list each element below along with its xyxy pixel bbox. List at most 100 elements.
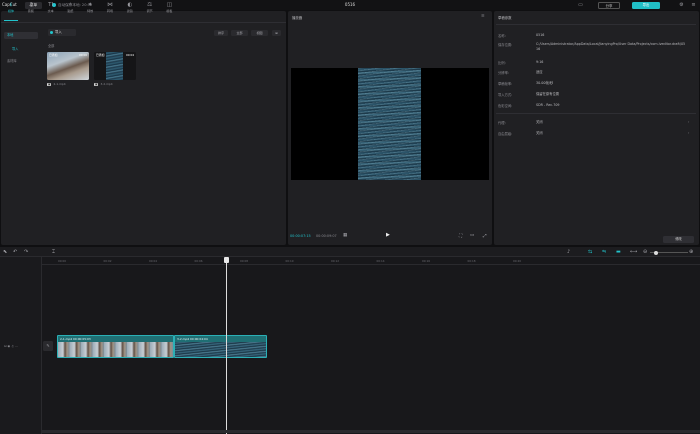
audio-icon: ♫ xyxy=(28,2,34,8)
video-frame xyxy=(358,68,421,180)
clip-label: 3-2.mp4 00:00:04:04 xyxy=(177,337,208,341)
detail-label: 导入方式: xyxy=(498,93,513,97)
added-badge: ▣ xyxy=(94,83,99,86)
added-badge: ▣ xyxy=(47,83,52,86)
chevron-right-icon[interactable]: › xyxy=(688,131,689,135)
chevron-right-icon[interactable]: › xyxy=(688,120,689,124)
tab-label: 媒体 xyxy=(7,9,14,13)
settings-icon[interactable]: ⚙ xyxy=(678,2,685,8)
preview-axis-icon[interactable]: ▬ xyxy=(616,249,621,255)
redo-icon[interactable]: ↷ xyxy=(24,249,28,255)
playhead-handle[interactable] xyxy=(224,257,229,263)
tab-template[interactable]: ◫ 模板 xyxy=(160,2,178,16)
fullscreen-icon[interactable]: ⤢ xyxy=(483,233,487,239)
tab-filter[interactable]: ◐ 滤镜 xyxy=(121,2,139,16)
more-icon[interactable]: ≡ xyxy=(690,2,697,8)
link-icon[interactable]: ⇋ xyxy=(602,249,606,255)
current-time: 00:00:07:15 xyxy=(290,234,311,238)
layout-icon[interactable]: ▭ xyxy=(577,2,584,8)
modify-button[interactable]: 修改 xyxy=(663,236,694,243)
clip-label: 2-1.mp4 00:00:05:03 xyxy=(60,337,91,341)
sort-button[interactable]: 排序 xyxy=(214,30,228,36)
detail-value: 保留在原有位置 xyxy=(536,91,560,96)
undo-icon[interactable]: ↶ xyxy=(13,249,17,255)
tools-divider xyxy=(1,22,286,23)
import-button[interactable]: 导入 xyxy=(48,29,76,36)
player-menu-icon[interactable]: ≡ xyxy=(481,14,485,19)
tab-sticker[interactable]: ✧ 贴纸 xyxy=(61,2,79,16)
tab-effects[interactable]: ✦ 特效 xyxy=(81,2,99,16)
media-thumbnail[interactable]: 已添加 00:04 xyxy=(94,52,136,80)
playhead[interactable] xyxy=(226,257,227,434)
ruler-tick: 00:00 xyxy=(58,259,67,263)
tab-text[interactable]: TI 文本 xyxy=(42,2,60,16)
detail-value: 9:16 xyxy=(536,59,544,64)
detail-label: 比例: xyxy=(498,61,506,65)
timeline-scrollbar[interactable] xyxy=(42,430,700,433)
media-panel xyxy=(1,11,286,245)
ruler-tick: 00:08 xyxy=(240,259,249,263)
filter-button[interactable]: 全部 xyxy=(231,30,248,36)
clip-frames xyxy=(58,342,173,357)
select-tool-icon[interactable]: ⬉ xyxy=(3,249,7,255)
detail-value: 关闭 xyxy=(536,131,543,135)
zoom-slider-handle[interactable] xyxy=(654,250,658,255)
tab-transition[interactable]: ⋈ 转场 xyxy=(101,2,119,16)
view-button[interactable]: 视图 xyxy=(251,30,268,36)
ruler-tick: 00:02 xyxy=(103,259,112,263)
details-divider xyxy=(496,113,696,114)
total-time: 00:00:09:07 xyxy=(316,234,337,238)
play-button[interactable]: ▶ xyxy=(386,232,390,238)
zoom-in-icon[interactable]: ⊕ xyxy=(689,249,693,255)
tab-label: 音频 xyxy=(27,9,34,13)
adjust-icon: ⚖ xyxy=(147,2,153,8)
sea-preview xyxy=(106,52,123,80)
mute-icon[interactable]: ♫ xyxy=(11,344,14,348)
sidebar-item-library[interactable]: 素材库 xyxy=(4,58,38,65)
ruler-tick: 00:18 xyxy=(467,259,476,263)
media-caption: ▣ 3-2.mp4 xyxy=(94,82,113,86)
ruler-tick: 00:06 xyxy=(194,259,203,263)
tab-label: 转场 xyxy=(106,9,113,13)
media-duration: 00:04 xyxy=(125,53,134,57)
mic-icon[interactable]: ♪ xyxy=(567,249,570,255)
fit-icon[interactable]: ⛶ xyxy=(459,233,462,239)
tab-audio[interactable]: ♫ 音频 xyxy=(22,2,40,16)
time-ruler[interactable] xyxy=(42,257,700,265)
tab-adjust[interactable]: ⚖ 调节 xyxy=(141,2,159,16)
share-button[interactable]: 分享 xyxy=(598,1,620,9)
ruler-tick: 00:04 xyxy=(149,259,158,263)
sidebar-item-local[interactable]: 本地 xyxy=(4,32,38,39)
ruler-tick: 00:16 xyxy=(422,259,431,263)
tab-label: 文本 xyxy=(47,9,54,13)
sidebar-item-import[interactable]: 导入 xyxy=(4,46,38,53)
transition-icon: ⋈ xyxy=(107,2,113,8)
ruler-tick: 00:20 xyxy=(513,259,522,263)
effects-icon: ✦ xyxy=(87,2,93,8)
cover-button[interactable]: ✎ xyxy=(43,341,53,351)
timeline-clip[interactable]: 2-1.mp4 00:00:05:03 xyxy=(57,335,174,358)
timecode-icon[interactable]: ▦ xyxy=(343,233,347,238)
ratio-icon[interactable]: ▭ xyxy=(470,233,474,238)
grid-icon[interactable]: ⊞ xyxy=(272,30,281,36)
export-button[interactable]: 导出 xyxy=(632,1,660,9)
eye-icon[interactable]: ◉ xyxy=(7,344,10,348)
detail-value: 适应 xyxy=(536,69,543,74)
snap-icon[interactable]: ⇆ xyxy=(588,249,592,255)
ruler-tick: 00:10 xyxy=(285,259,294,263)
split-icon[interactable]: ⌶ xyxy=(52,249,55,255)
detail-label: 草稿帧率: xyxy=(498,82,513,86)
zoom-fit-icon[interactable]: ⟷ xyxy=(630,249,637,255)
zoom-out-icon[interactable]: ⊖ xyxy=(643,249,647,255)
timeline-clip[interactable]: 3-2.mp4 00:00:04:04 xyxy=(174,335,267,358)
media-thumbnail[interactable]: 已添加 00:06 xyxy=(47,52,89,80)
active-tab-indicator xyxy=(4,20,18,21)
detail-label: 名称: xyxy=(498,34,506,38)
detail-label: 保存位置: xyxy=(498,43,513,47)
tab-label: 滤镜 xyxy=(126,9,133,13)
detail-value: C:/Users/Administrator/AppData/Local/Jia… xyxy=(536,41,686,51)
track-more-icon[interactable]: ⋯ xyxy=(15,344,18,348)
ruler-tick: 00:14 xyxy=(376,259,385,263)
all-label: 全部 xyxy=(48,44,55,48)
tab-media[interactable]: ⭳ 媒体 xyxy=(2,2,20,16)
